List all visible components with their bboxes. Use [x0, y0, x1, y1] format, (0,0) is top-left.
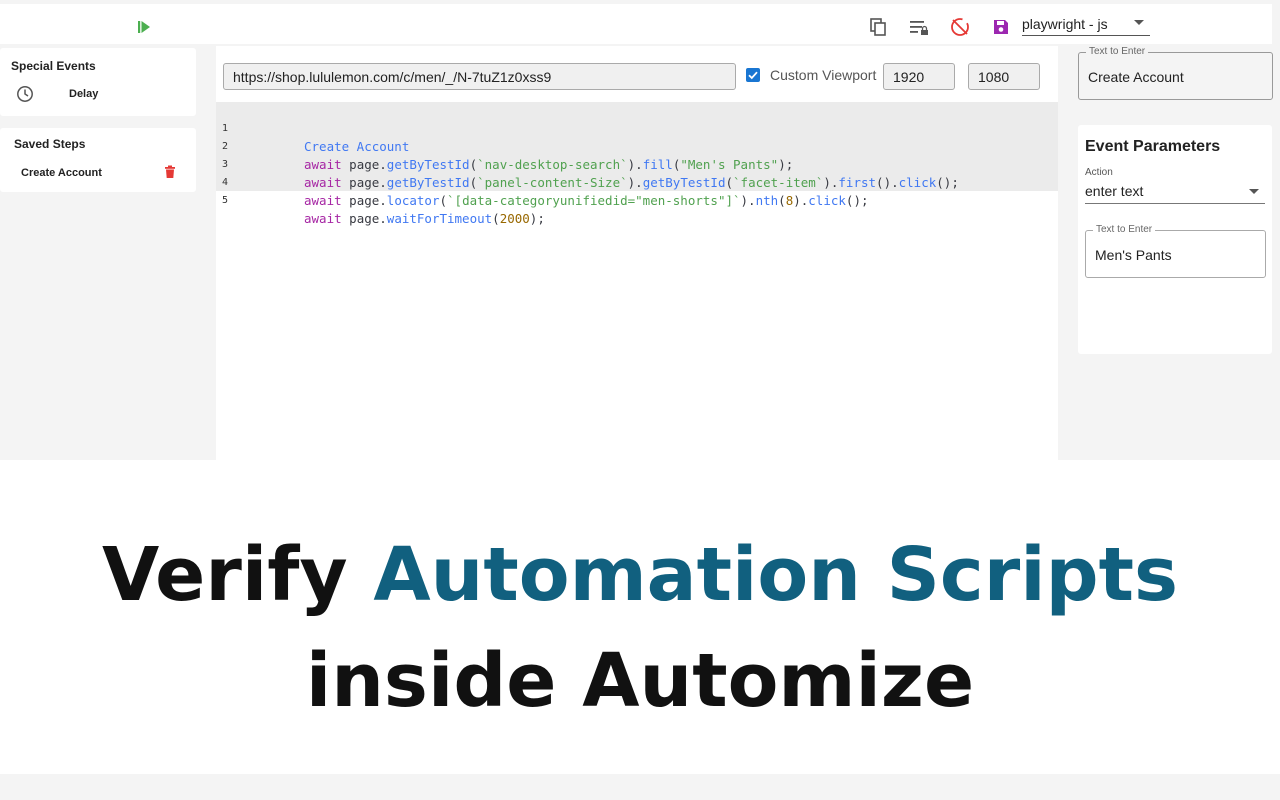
event-parameters-panel: Event Parameters Action enter text Text …: [1078, 125, 1272, 354]
chevron-down-icon: [1134, 20, 1144, 25]
saved-steps-title: Saved Steps: [14, 137, 86, 151]
action-select[interactable]: enter text: [1085, 180, 1265, 204]
toolbar-surface: playwright - js: [0, 4, 1272, 44]
viewport-height-input[interactable]: [968, 63, 1040, 90]
text-to-enter-field[interactable]: Text to Enter Men's Pants: [1085, 224, 1266, 278]
saved-step-label: Create Account: [21, 167, 102, 179]
headline-accent: Automation Scripts: [373, 532, 1179, 618]
action-label: Action: [1085, 167, 1113, 178]
chevron-down-icon: [1249, 189, 1259, 194]
clock-icon: [16, 85, 34, 108]
script-editor: Custom Viewport 1 Create Account 2 await…: [216, 46, 1058, 460]
field-legend: Text to Enter: [1086, 46, 1149, 57]
saved-step-item[interactable]: Create Account: [10, 162, 190, 182]
headline-line-2: inside Automize: [305, 638, 975, 724]
code-line: 5 await page.waitForTimeout(2000);: [216, 174, 1058, 226]
special-event-delay-label: Delay: [69, 88, 99, 100]
trash-icon[interactable]: [164, 165, 176, 184]
line-number: 5: [222, 195, 229, 206]
lock-list-icon[interactable]: [908, 16, 930, 38]
code-line: 2 await page.getByTestId(`nav-desktop-se…: [216, 120, 1058, 172]
url-input[interactable]: [223, 63, 736, 90]
viewport-width-input[interactable]: [883, 63, 955, 90]
field-value: Create Account: [1088, 69, 1184, 85]
code-text: await page.locator(`[data-categoryunifie…: [304, 193, 869, 208]
special-events-panel: Special Events Delay: [0, 48, 196, 116]
code-line: 3 await page.getByTestId(`panel-content-…: [216, 138, 1058, 190]
custom-viewport-label: Custom Viewport: [770, 67, 877, 83]
saved-steps-panel: Saved Steps Create Account: [0, 128, 196, 192]
headline-plain: Verify: [101, 532, 348, 618]
code-line: 4 await page.locator(`[data-categoryunif…: [216, 156, 1058, 208]
footer-strip: [0, 774, 1280, 800]
special-events-title: Special Events: [11, 59, 96, 73]
language-select-value: playwright - js: [1022, 16, 1108, 32]
custom-viewport-checkbox[interactable]: [746, 68, 760, 82]
left-sidebar: Special Events Delay Saved Steps Create …: [0, 46, 216, 460]
language-select[interactable]: playwright - js: [1022, 14, 1150, 36]
checkmark-icon: [748, 71, 758, 80]
right-panel: Text to Enter Create Account Event Param…: [1058, 46, 1280, 460]
top-toolbar: playwright - js: [0, 0, 1280, 46]
save-icon[interactable]: [990, 16, 1012, 38]
field-legend: Text to Enter: [1093, 224, 1156, 235]
disable-sync-icon[interactable]: [949, 16, 971, 38]
code-line: 1 Create Account: [216, 102, 1058, 154]
code-text: await page.waitForTimeout(2000);: [304, 211, 545, 226]
event-parameters-title: Event Parameters: [1085, 138, 1221, 155]
code-area[interactable]: 1 Create Account 2 await page.getByTestI…: [216, 102, 1058, 226]
special-event-delay[interactable]: Delay: [12, 82, 192, 106]
action-select-value: enter text: [1085, 183, 1144, 199]
play-icon[interactable]: [133, 16, 155, 38]
copy-icon[interactable]: [867, 16, 889, 38]
editor-header: Custom Viewport: [216, 46, 1058, 102]
field-value: Men's Pants: [1095, 247, 1172, 263]
text-to-enter-field-top[interactable]: Text to Enter Create Account: [1078, 46, 1273, 100]
headline-line-1: Verify Automation Scripts: [0, 532, 1280, 618]
promo-banner: Verify Automation Scripts inside Automiz…: [0, 460, 1280, 774]
